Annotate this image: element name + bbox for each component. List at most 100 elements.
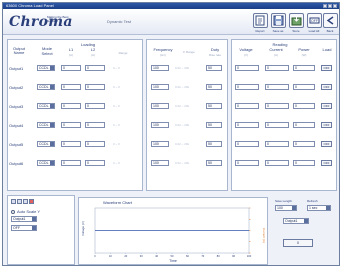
pan-tool-icon[interactable] — [23, 199, 28, 204]
x-tick-label: 90 — [232, 254, 235, 258]
mode-select[interactable]: CCDL — [37, 84, 55, 90]
current-reading: 0 — [265, 103, 289, 109]
current-reading: 0 — [265, 141, 289, 147]
duty-input[interactable]: 50 — [206, 84, 222, 90]
frequency-input[interactable]: 100 — [151, 160, 169, 166]
save-length-select[interactable]: 100 — [275, 205, 297, 211]
duty-input[interactable]: 50 — [206, 103, 222, 109]
back-button[interactable] — [323, 13, 338, 28]
frequency-input[interactable]: 100 — [151, 141, 169, 147]
x-tick-label: 70 — [201, 254, 204, 258]
zero-button[interactable]: 0 — [283, 239, 313, 247]
duty-input[interactable]: 50 — [206, 122, 222, 128]
maximize-button[interactable] — [328, 4, 332, 8]
minimize-button[interactable] — [323, 4, 327, 8]
mode-select[interactable]: CCDL — [37, 141, 55, 147]
voltage-reading: 0 — [235, 122, 259, 128]
chart-ylabel-left: Voltage (V) — [81, 221, 85, 236]
chart-off-select[interactable]: OFF — [11, 225, 37, 231]
range-text: 0 ~ 0 — [113, 66, 120, 70]
frequency-input[interactable]: 100 — [151, 122, 169, 128]
l1-input[interactable]: 0 — [61, 141, 81, 147]
load-toggle-button[interactable]: OFF — [321, 65, 332, 71]
range-text: 0 ~ 0 — [113, 104, 120, 108]
x-tick-label: 40 — [155, 254, 158, 258]
output-name: Output1 — [9, 66, 24, 71]
frequency-range-text: 0.02 ~ 20k — [175, 123, 190, 127]
report-button[interactable] — [253, 13, 268, 28]
output-name: Output4 — [9, 123, 24, 128]
l2-input[interactable]: 0 — [85, 103, 105, 109]
load-toggle-button[interactable]: OFF — [321, 84, 332, 90]
l1-input[interactable]: 0 — [61, 103, 81, 109]
frequency-input[interactable]: 100 — [151, 84, 169, 90]
range-text: 0 ~ 0 — [113, 85, 120, 89]
load-toggle-button[interactable]: OFF — [321, 103, 332, 109]
l1-input[interactable]: 0 — [61, 160, 81, 166]
chart-tool-palette — [11, 199, 34, 204]
load-all-button[interactable]: OFF — [307, 13, 322, 28]
store-icon — [291, 16, 302, 26]
refresh-select[interactable]: 1 sec — [307, 205, 331, 211]
l2-input[interactable]: 0 — [85, 160, 105, 166]
current-reading: 0 — [265, 65, 289, 71]
frequency-range-text: 0.02 ~ 20k — [175, 66, 190, 70]
mode-title: Dynamic Test — [107, 19, 131, 24]
frequency-input[interactable]: 100 — [151, 65, 169, 71]
l2-input[interactable]: 0 — [85, 65, 105, 71]
x-tick-label: 0 — [94, 254, 96, 258]
cursor-color-icon[interactable] — [29, 199, 34, 204]
col-loading: Loading — [80, 42, 96, 47]
duty-input[interactable]: 50 — [206, 65, 222, 71]
header-bar: Chroma Making the Best Solution Dynamic … — [3, 9, 339, 35]
load-toggle-button[interactable]: OFF — [321, 122, 332, 128]
mode-select[interactable]: CCDL — [37, 65, 55, 71]
load-toggle-button[interactable]: OFF — [321, 160, 332, 166]
frequency-input[interactable]: 100 — [151, 103, 169, 109]
l1-input[interactable]: 0 — [61, 65, 81, 71]
close-button[interactable] — [333, 4, 337, 8]
auto-scale-radio[interactable] — [11, 209, 15, 214]
back-icon — [326, 16, 334, 25]
power-reading: 0 — [293, 103, 315, 109]
chart-output-value: Output1 — [13, 217, 26, 221]
mode-select[interactable]: CCDL — [37, 160, 55, 166]
col-duty-unit: Rise rate — [208, 53, 221, 57]
store-button[interactable] — [289, 13, 304, 28]
load-toggle-button[interactable]: OFF — [321, 141, 332, 147]
col-f-range: F Range — [183, 50, 195, 54]
l1-input[interactable]: 0 — [61, 122, 81, 128]
col-mode-sub: Select — [41, 51, 53, 56]
chart-output-select[interactable]: Output1 — [11, 216, 37, 222]
auto-scale-option[interactable]: Auto Scale Y — [11, 209, 40, 214]
col-voltage: Voltage — [239, 47, 253, 52]
auto-scale-label: Auto Scale Y — [17, 209, 41, 214]
l1-input[interactable]: 0 — [61, 84, 81, 90]
chart-ylabel-right: Current (A) — [262, 228, 266, 243]
save-as-button[interactable] — [271, 13, 286, 28]
right-output-select[interactable]: Output1 — [283, 218, 309, 224]
voltage-reading: 0 — [235, 84, 259, 90]
mode-select[interactable]: CCDL — [37, 103, 55, 109]
voltage-reading: 0 — [235, 141, 259, 147]
output-name: Output3 — [9, 104, 24, 109]
l2-input[interactable]: 0 — [85, 84, 105, 90]
col-power-unit: (W) — [301, 53, 307, 57]
current-reading: 0 — [265, 160, 289, 166]
power-reading: 0 — [293, 160, 315, 166]
duty-input[interactable]: 50 — [206, 160, 222, 166]
app-window: 63600 Chroma Load Panel Chroma Making th… — [2, 2, 340, 266]
voltage-reading: 0 — [235, 103, 259, 109]
range-text: 0 ~ 0 — [113, 123, 120, 127]
duty-input[interactable]: 50 — [206, 141, 222, 147]
mode-select[interactable]: CCDL — [37, 122, 55, 128]
output-name: Output6 — [9, 161, 24, 166]
l2-input[interactable]: 0 — [85, 141, 105, 147]
zoom-tool-icon[interactable] — [17, 199, 22, 204]
report-label: Report — [255, 29, 265, 33]
x-tick-label: 20 — [124, 254, 127, 258]
col-duty: Duty — [210, 47, 220, 52]
col-current: Current — [269, 47, 283, 52]
crosshair-tool-icon[interactable] — [11, 199, 16, 204]
l2-input[interactable]: 0 — [85, 122, 105, 128]
